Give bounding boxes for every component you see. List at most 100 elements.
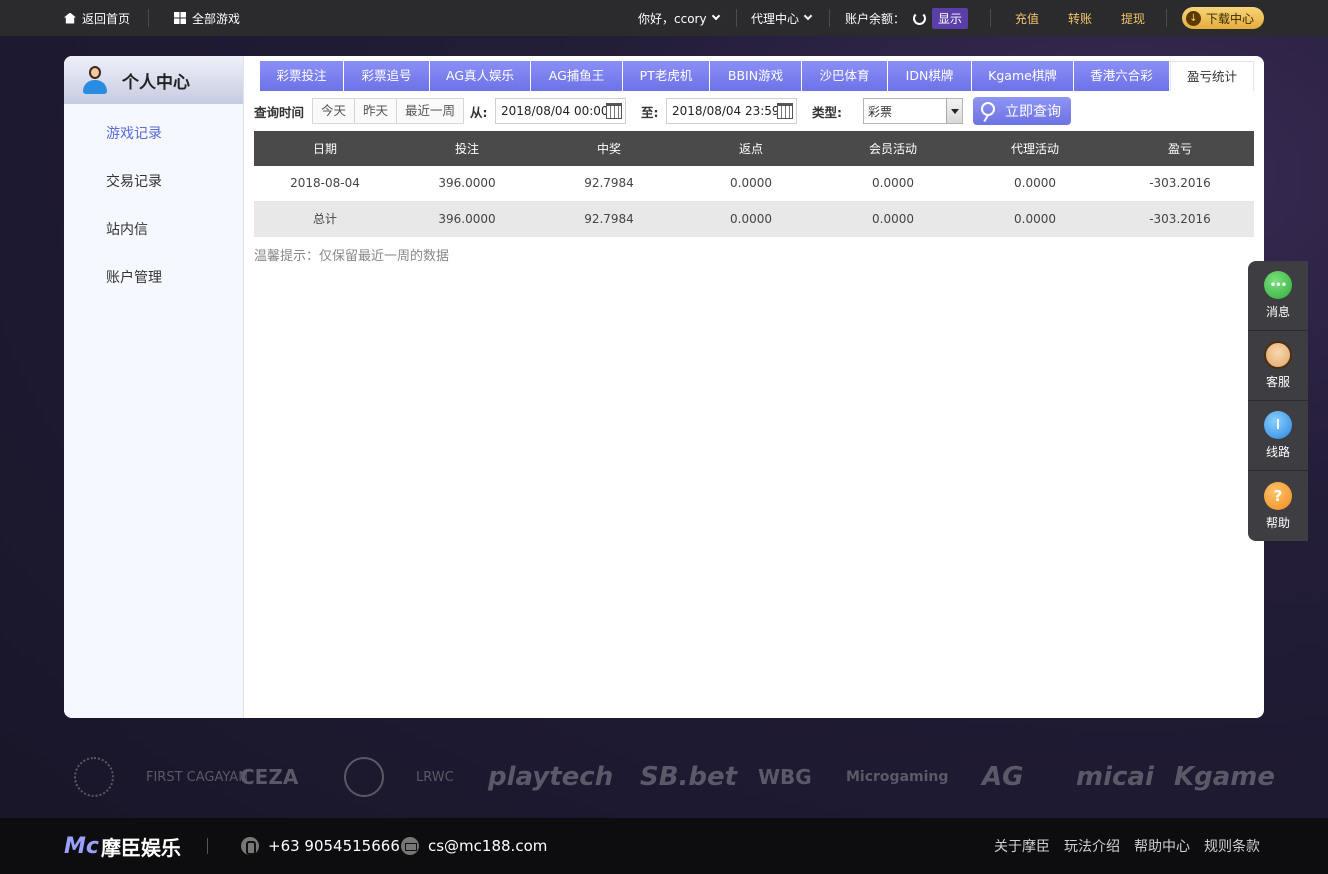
range-today[interactable]: 今天 xyxy=(313,99,356,123)
mail-icon xyxy=(401,837,419,855)
main-panel: 个人中心 游戏记录 交易记录 站内信 账户管理 彩票投注 彩票追号 AG真人娱乐… xyxy=(64,56,1264,718)
help-button[interactable]: ? 帮助 xyxy=(1248,471,1308,541)
sidebar-item-messages[interactable]: 站内信 xyxy=(64,206,243,254)
footer-link-about[interactable]: 关于摩臣 xyxy=(994,836,1050,856)
table-cell: 396.0000 xyxy=(396,166,538,202)
game-tabs: 彩票投注 彩票追号 AG真人娱乐 AG捕鱼王 PT老虎机 BBIN游戏 沙巴体育… xyxy=(260,61,1255,91)
type-select[interactable]: 彩票 xyxy=(863,98,963,124)
type-select-value: 彩票 xyxy=(868,104,893,119)
tab-lottery-bet[interactable]: 彩票投注 xyxy=(260,61,343,91)
table-cell: -303.2016 xyxy=(1106,201,1254,237)
column-header: 会员活动 xyxy=(822,131,964,166)
microgaming-logo: Microgaming xyxy=(846,769,949,785)
divider xyxy=(829,9,830,27)
tab-ag-fishing[interactable]: AG捕鱼王 xyxy=(531,61,622,91)
download-icon: ↓ xyxy=(1186,10,1201,26)
quick-range: 今天 昨天 最近一周 xyxy=(312,97,465,125)
route-button[interactable]: 线路 xyxy=(1248,401,1308,471)
tab-bbin[interactable]: BBIN游戏 xyxy=(710,61,801,91)
from-date-input[interactable]: 2018/08/04 00:00 xyxy=(495,98,626,124)
sidebar-item-game-records[interactable]: 游戏记录 xyxy=(64,110,243,158)
footer-link-help[interactable]: 帮助中心 xyxy=(1134,836,1190,856)
top-bar: 返回首页 全部游戏 你好，ccory 代理中心 账户余额： 显示 充值 转账 提… xyxy=(0,0,1328,36)
agent-center-menu[interactable]: 代理中心 xyxy=(751,0,813,36)
tab-ag-live[interactable]: AG真人娱乐 xyxy=(430,61,530,91)
sidebar-item-account[interactable]: 账户管理 xyxy=(64,254,243,302)
column-header: 日期 xyxy=(254,131,396,166)
profit-loss-table: 日期 投注 中奖 返点 会员活动 代理活动 盈亏 2018-08-04 396.… xyxy=(254,131,1254,237)
sidebar-item-transactions[interactable]: 交易记录 xyxy=(64,158,243,206)
tab-hk-mark-six[interactable]: 香港六合彩 xyxy=(1074,61,1169,91)
brand: Mc 摩臣娱乐 xyxy=(64,818,181,874)
table-cell: 0.0000 xyxy=(822,166,964,202)
chevron-down-icon xyxy=(803,11,813,21)
table-cell: 总计 xyxy=(254,201,396,237)
table-cell: 0.0000 xyxy=(964,166,1106,202)
all-games-link[interactable]: 全部游戏 xyxy=(174,0,240,36)
to-date-value: 2018/08/04 23:59 xyxy=(672,104,780,118)
footer-divider xyxy=(207,818,208,874)
from-date: 2018/08/04 00:00 xyxy=(495,97,626,125)
recharge-link[interactable]: 充值 xyxy=(1015,0,1039,36)
phone-icon xyxy=(241,837,259,855)
show-balance-button[interactable]: 显示 xyxy=(932,7,969,29)
agent-center-label: 代理中心 xyxy=(751,11,800,26)
phone-number: +63 9054515666 xyxy=(268,837,400,855)
data-retention-tip: 温馨提示：仅保留最近一周的数据 xyxy=(254,249,450,264)
tab-kgame-poker[interactable]: Kgame棋牌 xyxy=(972,61,1073,91)
divider xyxy=(736,9,737,27)
table-cell: 92.7984 xyxy=(538,201,680,237)
user-menu[interactable]: 你好，ccory xyxy=(638,0,720,36)
tab-lottery-chase[interactable]: 彩票追号 xyxy=(344,61,429,91)
message-button[interactable]: 消息 xyxy=(1248,261,1308,331)
first-cagayan-logo: FIRST CAGAYAN xyxy=(146,769,248,785)
tab-idn-poker[interactable]: IDN棋牌 xyxy=(888,61,971,91)
refresh-icon[interactable] xyxy=(913,11,927,25)
table-cell: 0.0000 xyxy=(822,201,964,237)
partner-logos: FIRST CAGAYAN CEZA LRWC playtech SB.bet … xyxy=(64,748,1275,806)
home-icon xyxy=(64,12,76,24)
table-cell: 2018-08-04 xyxy=(254,166,396,202)
brand-name: 摩臣娱乐 xyxy=(100,835,181,860)
sidebar-header: 个人中心 xyxy=(64,56,243,104)
user-icon xyxy=(82,66,108,94)
column-header: 投注 xyxy=(396,131,538,166)
calendar-icon[interactable] xyxy=(606,103,622,119)
transfer-link[interactable]: 转账 xyxy=(1068,0,1092,36)
ceza-logo: CEZA xyxy=(240,765,299,789)
tab-pt-slots[interactable]: PT老虎机 xyxy=(623,61,709,91)
column-header: 盈亏 xyxy=(1106,131,1254,166)
sidebar-title: 个人中心 xyxy=(122,72,190,93)
to-date: 2018/08/04 23:59 xyxy=(666,97,797,125)
home-label: 返回首页 xyxy=(82,11,131,26)
search-button[interactable]: 立即查询 xyxy=(973,97,1071,125)
route-icon xyxy=(1264,411,1292,439)
micai-logo: micai xyxy=(1076,762,1154,792)
message-icon xyxy=(1264,271,1292,299)
balance-label: 账户余额： xyxy=(845,11,906,26)
footer-links: 关于摩臣 玩法介绍 帮助中心 规则条款 xyxy=(980,818,1260,874)
sidebar: 个人中心 游戏记录 交易记录 站内信 账户管理 xyxy=(64,56,244,718)
table-header-row: 日期 投注 中奖 返点 会员活动 代理活动 盈亏 xyxy=(254,131,1254,166)
email-address: cs@mc188.com xyxy=(428,837,548,855)
footer-link-gameplay[interactable]: 玩法介绍 xyxy=(1064,836,1120,856)
customer-service-button[interactable]: 客服 xyxy=(1248,331,1308,401)
sbobet-logo: SB.bet xyxy=(640,762,738,792)
column-header: 返点 xyxy=(680,131,822,166)
footer-link-rules[interactable]: 规则条款 xyxy=(1204,836,1260,856)
customer-service-icon xyxy=(1264,341,1292,369)
from-date-value: 2018/08/04 00:00 xyxy=(501,104,609,118)
table-cell: 0.0000 xyxy=(680,201,822,237)
range-yesterday[interactable]: 昨天 xyxy=(355,99,398,123)
column-header: 中奖 xyxy=(538,131,680,166)
home-link[interactable]: 返回首页 xyxy=(64,0,130,36)
range-last-week[interactable]: 最近一周 xyxy=(397,99,464,123)
tab-profit-loss[interactable]: 盈亏统计 xyxy=(1170,61,1254,91)
withdraw-link[interactable]: 提现 xyxy=(1121,0,1145,36)
query-time-label: 查询时间 xyxy=(254,104,305,120)
tab-saba-sports[interactable]: 沙巴体育 xyxy=(802,61,887,91)
calendar-icon[interactable] xyxy=(777,103,793,119)
to-label: 至: xyxy=(641,104,659,120)
download-center-button[interactable]: ↓ 下载中心 xyxy=(1182,7,1264,29)
to-date-input[interactable]: 2018/08/04 23:59 xyxy=(666,98,797,124)
